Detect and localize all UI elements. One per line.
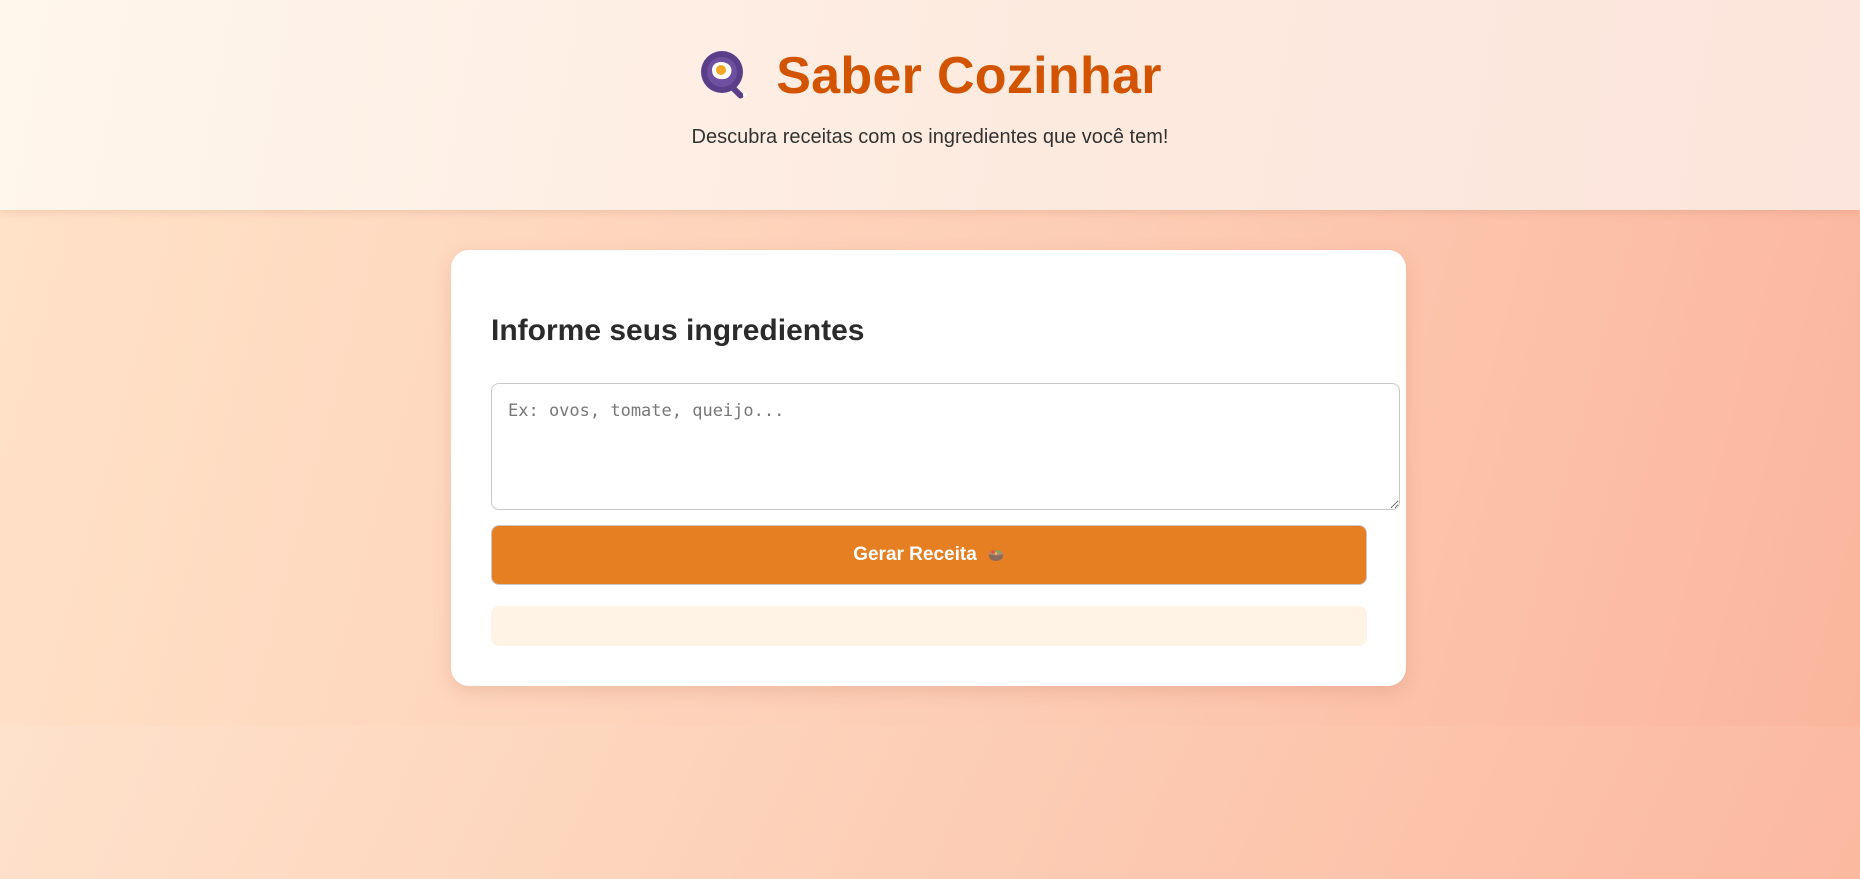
card-heading: Informe seus ingredientes xyxy=(491,314,865,347)
frying-pan-egg-icon xyxy=(701,51,748,99)
app-subtitle: Descubra receitas com os ingredientes qu… xyxy=(691,126,1169,148)
app-title: Saber Cozinhar xyxy=(776,47,1162,105)
page-header: Saber Cozinhar Descubra receitas com os … xyxy=(0,0,1860,210)
ingredients-card: Informe seus ingredientes Gerar Receita xyxy=(451,250,1406,686)
generate-recipe-label: Gerar Receita xyxy=(853,544,977,565)
generate-recipe-button[interactable]: Gerar Receita xyxy=(491,525,1367,585)
cooking-pot-icon xyxy=(987,545,1005,566)
title-row: Saber Cozinhar xyxy=(0,46,1860,106)
recipe-result xyxy=(491,606,1367,646)
ingredients-input[interactable] xyxy=(491,383,1400,510)
